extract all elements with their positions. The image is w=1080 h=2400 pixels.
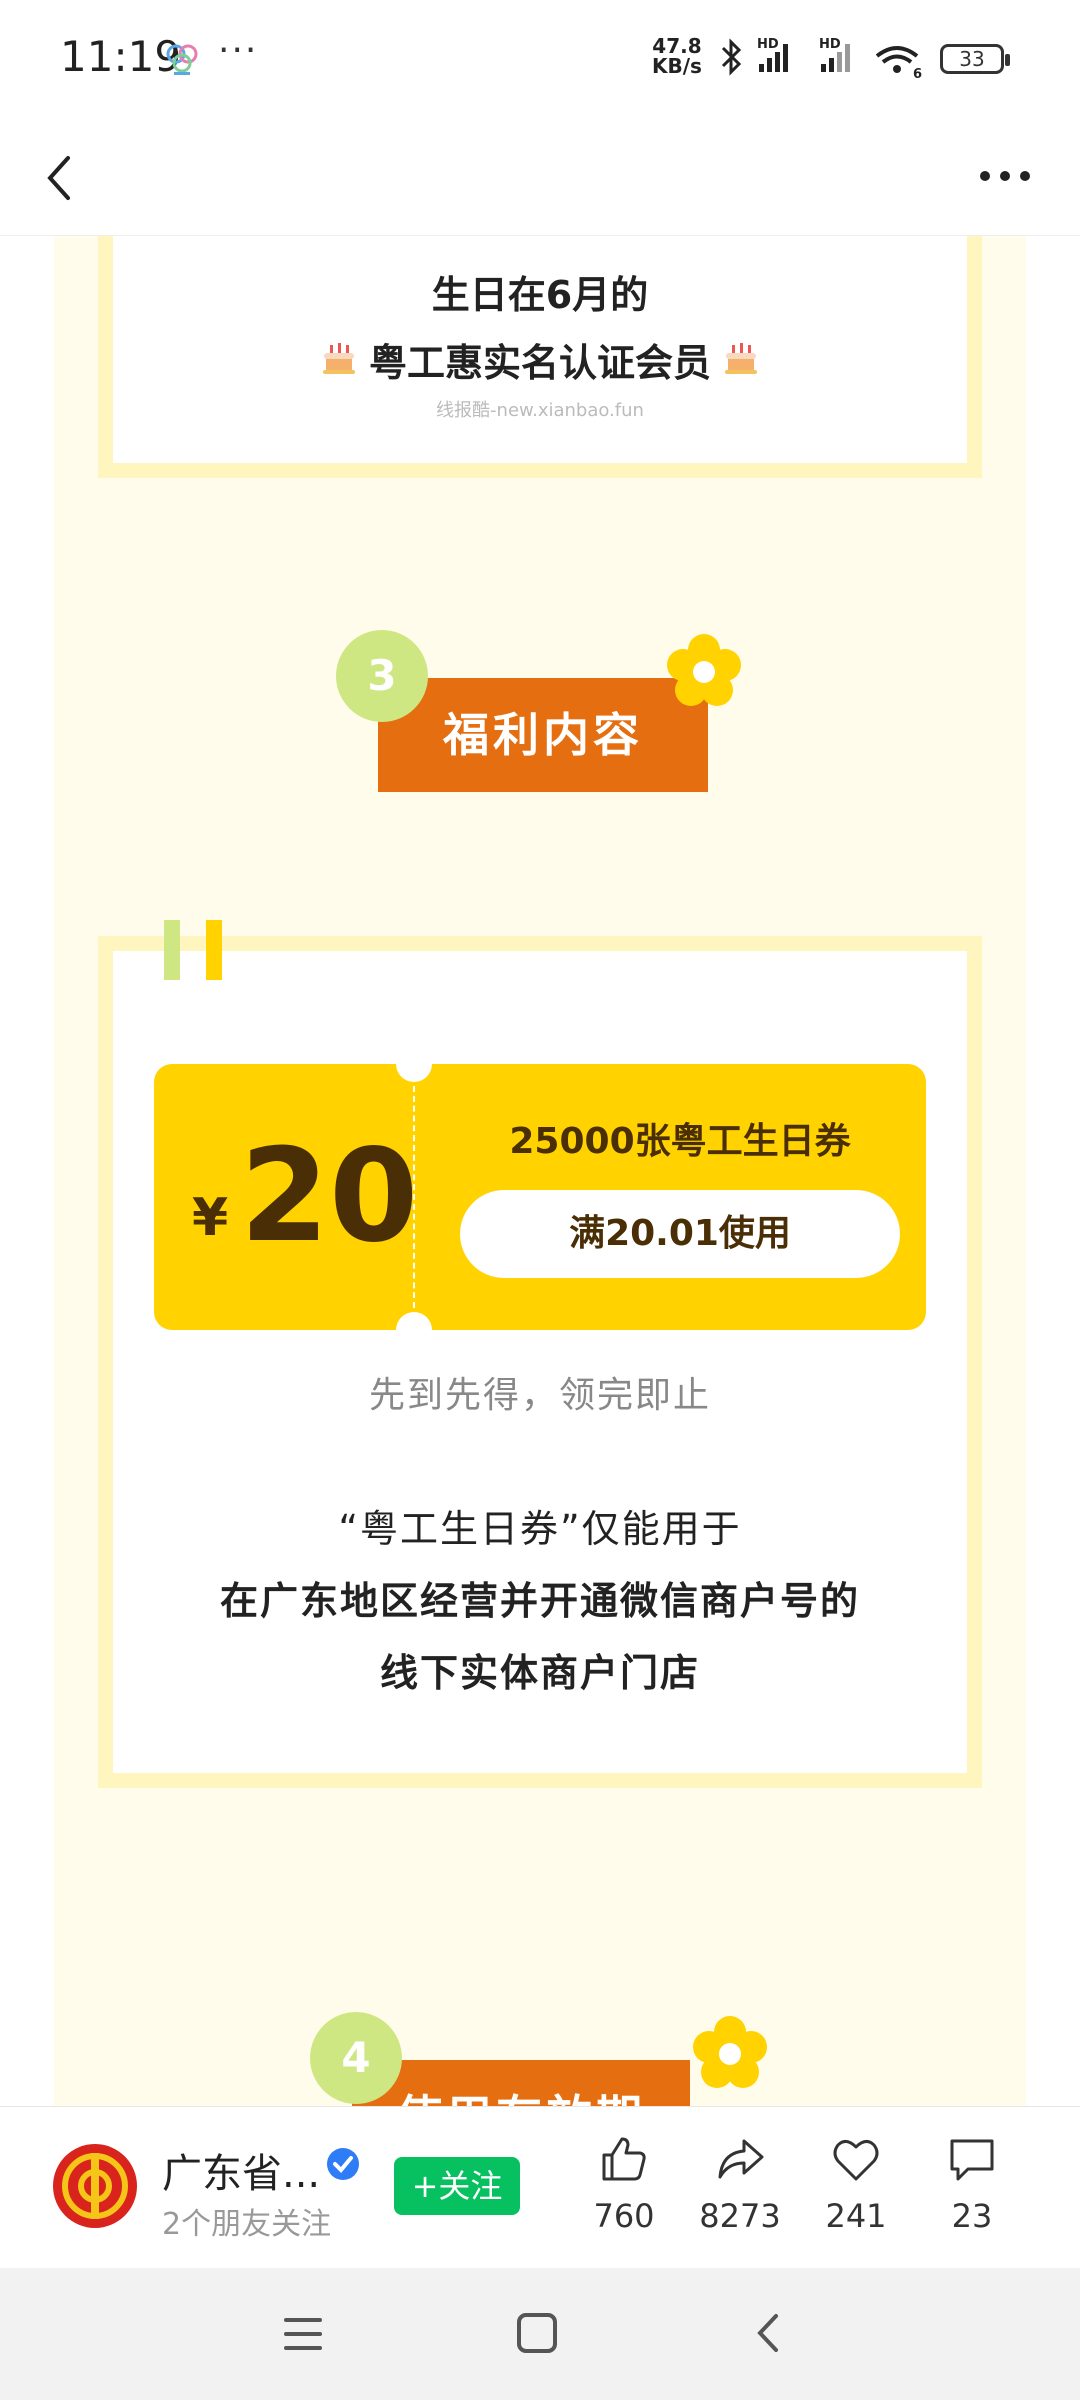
back-button[interactable]: [30, 148, 90, 208]
share-button[interactable]: 8273: [682, 2133, 798, 2235]
chevron-left-icon: [47, 156, 70, 200]
section-3-number: 3: [336, 630, 428, 722]
home-button[interactable]: [514, 2310, 560, 2360]
section-4-number: 4: [310, 2012, 402, 2104]
system-navigation-bar: [0, 2268, 1080, 2400]
description-line1: “粤工生日券”仅能用于: [338, 1507, 742, 1551]
follow-button[interactable]: +关注: [394, 2157, 520, 2215]
signal-icon-1: HD: [757, 37, 788, 72]
coupon-currency: ¥: [192, 1188, 229, 1248]
network-speed: 47.8 KB/s: [652, 36, 702, 76]
comment-button[interactable]: 23: [914, 2133, 1030, 2235]
coupon-name: 25000张粤工生日券: [509, 1121, 851, 1162]
description-line2: 在广东地区经营并开通微信商户号的: [219, 1579, 860, 1623]
trade-union-logo-icon: [53, 2144, 137, 2228]
more-options-button[interactable]: [975, 156, 1035, 196]
article-action-bar: 广东省... 2个朋友关注 +关注 760 8273 241 23: [0, 2106, 1080, 2268]
bluetooth-icon: [721, 38, 742, 76]
back-arrow-icon: [757, 2314, 778, 2352]
signal-hd-label-2: HD: [819, 37, 841, 52]
section-4-title: 使用有效期: [352, 2060, 690, 2106]
eligibility-line1: 生日在6月的: [431, 273, 649, 317]
decor-bar-green: [164, 920, 180, 980]
decor-bar-yellow: [206, 920, 222, 980]
network-speed-value: 47.8: [652, 34, 702, 58]
flower-icon: [664, 632, 744, 716]
thumbs-up-icon: [602, 2137, 646, 2181]
like-count: 760: [593, 2197, 655, 2235]
status-bar: 11:19 ··· 47.8 KB/s HD HD 6 33: [0, 0, 1080, 118]
system-back-button[interactable]: [746, 2310, 792, 2360]
birthday-cake-icon: [320, 339, 358, 381]
watermark-text: 线报酷-new.xianbao.fun: [436, 400, 644, 421]
heart-icon: [833, 2140, 879, 2181]
coupon-notch-top: [396, 1046, 432, 1082]
eligibility-line2: 粤工惠实名认证会员: [368, 341, 711, 385]
friends-following: 2个朋友关注: [162, 2207, 332, 2242]
battery-icon: 33: [940, 44, 1010, 74]
favorite-button[interactable]: 241: [798, 2133, 914, 2235]
share-arrow-icon: [718, 2139, 764, 2179]
status-more-icon: ···: [218, 30, 259, 71]
account-avatar[interactable]: [52, 2143, 138, 2233]
wifi-icon: 6: [875, 46, 922, 82]
coupon-condition-button[interactable]: 满20.01使用: [460, 1190, 900, 1278]
home-square-icon: [517, 2313, 557, 2353]
coupon-amount: 20: [240, 1122, 419, 1271]
coupon-note: 先到先得，领完即止: [368, 1375, 711, 1416]
share-count: 8273: [699, 2197, 781, 2235]
wifi-band-label: 6: [913, 67, 922, 82]
verified-badge-icon: [326, 2147, 360, 2185]
birthday-cake-icon: [722, 339, 760, 381]
menu-icon: [284, 2318, 322, 2350]
status-time: 11:19: [60, 32, 182, 81]
flower-icon: [690, 2014, 770, 2098]
signal-hd-label-1: HD: [757, 37, 779, 52]
comment-count: 23: [951, 2197, 993, 2235]
description-line3: 线下实体商户门店: [379, 1651, 700, 1695]
like-button[interactable]: 760: [566, 2133, 682, 2235]
comment-bubble-icon: [950, 2139, 994, 2181]
top-nav-bar: [0, 118, 1080, 236]
coupon-notch-bottom: [396, 1312, 432, 1348]
app-notification-icon: [164, 42, 200, 80]
account-name[interactable]: 广东省...: [162, 2141, 320, 2199]
system-status-icons: HD HD 6: [721, 37, 922, 82]
more-horizontal-icon: [980, 171, 1030, 181]
article-content[interactable]: 生日在6月的 粤工惠实名认证会员 线报酷-new.xianbao.fun 福利内…: [0, 236, 1080, 2106]
birthday-coupon[interactable]: ¥ 20 25000张粤工生日券 满20.01使用: [154, 1046, 926, 1348]
eligibility-line2-row: 粤工惠实名认证会员: [0, 332, 1080, 387]
signal-icon-2: HD: [819, 37, 850, 72]
network-speed-unit: KB/s: [652, 54, 702, 78]
recent-apps-button[interactable]: [280, 2312, 326, 2360]
section-3-title: 福利内容: [378, 678, 708, 792]
favorite-count: 241: [825, 2197, 887, 2235]
